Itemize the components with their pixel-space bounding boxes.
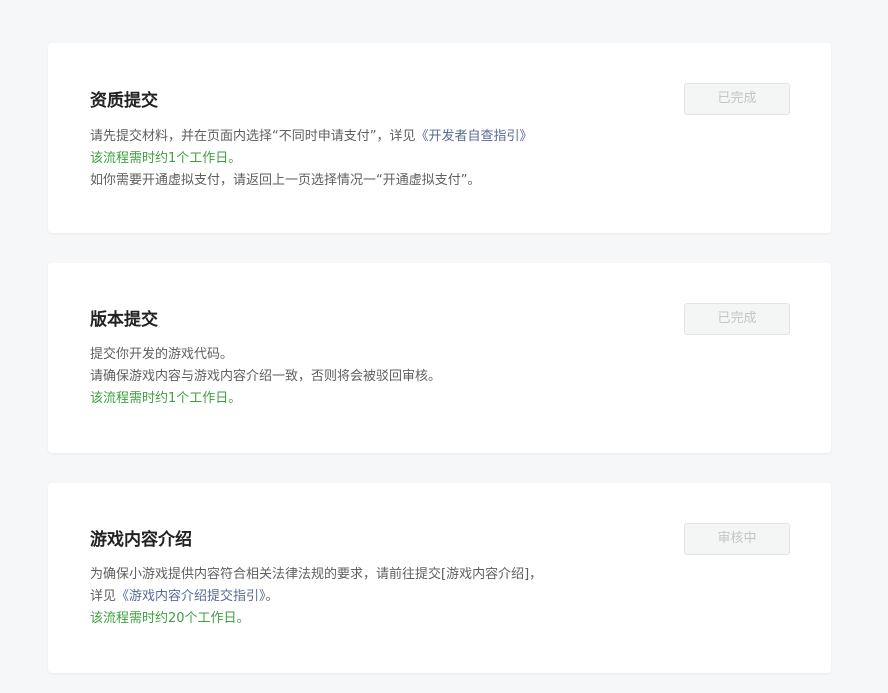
description-line: 提交你开发的游戏代码。 [90, 347, 234, 362]
description-text: 请先提交材料，并在页面内选择“不同时申请支付”，详见 [90, 129, 416, 144]
description-line: 为确保小游戏提供内容符合相关法律法规的要求，请前往提交[游戏内容介绍]， [90, 567, 543, 582]
card-qualification: 资质提交 已完成 请先提交材料，并在页面内选择“不同时申请支付”，详见《开发者自… [48, 43, 831, 233]
developer-guide-link[interactable]: 《开发者自查指引》 [415, 129, 532, 144]
status-button[interactable]: 已完成 [684, 83, 790, 115]
page: 资质提交 已完成 请先提交材料，并在页面内选择“不同时申请支付”，详见《开发者自… [0, 0, 888, 693]
card-version: 版本提交 已完成 提交你开发的游戏代码。 请确保游戏内容与游戏内容介绍一致，否则… [48, 263, 831, 453]
card-description: 为确保小游戏提供内容符合相关法律法规的要求，请前往提交[游戏内容介绍]， 详见《… [90, 564, 631, 630]
status-button[interactable]: 已完成 [684, 303, 790, 335]
card-description: 请先提交材料，并在页面内选择“不同时申请支付”，详见《开发者自查指引》 该流程需… [90, 126, 631, 192]
description-text: 。 [265, 589, 279, 604]
description-text: 详见 [90, 589, 117, 604]
status-button[interactable]: 审核中 [684, 523, 790, 555]
card-description: 提交你开发的游戏代码。 请确保游戏内容与游戏内容介绍一致，否则将会被驳回审核。 … [90, 344, 631, 410]
duration-note: 该流程需时约20个工作日。 [90, 611, 250, 626]
card-title: 游戏内容介绍 [90, 530, 192, 550]
card-title: 版本提交 [90, 310, 158, 330]
duration-note: 该流程需时约1个工作日。 [90, 391, 242, 406]
duration-note: 该流程需时约1个工作日。 [90, 151, 242, 166]
description-line: 详见《游戏内容介绍提交指引》。 [90, 586, 631, 608]
description-line: 如你需要开通虚拟支付，请返回上一页选择情况一“开通虚拟支付”。 [90, 173, 481, 188]
content-guide-link[interactable]: 《游戏内容介绍提交指引》 [116, 589, 266, 604]
description-line: 请确保游戏内容与游戏内容介绍一致，否则将会被驳回审核。 [90, 369, 442, 384]
description-line: 请先提交材料，并在页面内选择“不同时申请支付”，详见《开发者自查指引》 [90, 126, 631, 148]
card-game-content: 游戏内容介绍 审核中 为确保小游戏提供内容符合相关法律法规的要求，请前往提交[游… [48, 483, 831, 673]
card-title: 资质提交 [90, 91, 158, 111]
